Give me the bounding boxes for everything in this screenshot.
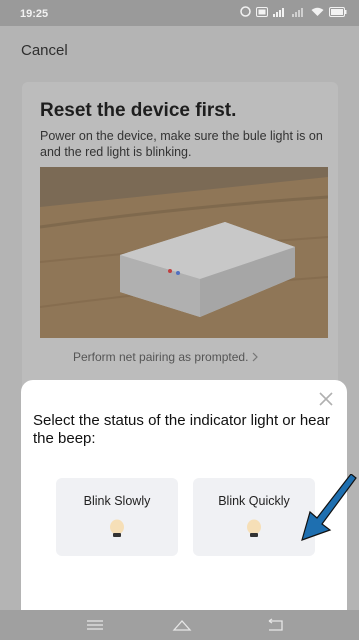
system-nav-bar	[0, 610, 359, 640]
annotation-arrow-icon	[301, 474, 357, 541]
blink-quickly-option[interactable]: Blink Quickly	[193, 478, 315, 556]
reset-title: Reset the device first.	[40, 100, 237, 121]
alarm-icon	[240, 6, 251, 17]
net-pairing-label: Perform net pairing as prompted.	[73, 350, 249, 364]
close-icon[interactable]	[317, 390, 335, 408]
device-photo	[40, 167, 328, 338]
signal-4g-icon	[273, 7, 284, 17]
home-icon[interactable]	[172, 618, 192, 632]
hd-icon	[256, 6, 268, 17]
sheet-title: Select the status of the indicator light…	[33, 412, 330, 447]
wifi-icon	[311, 7, 324, 16]
reset-description: Power on the device, make sure the bule …	[40, 129, 323, 159]
menu-icon[interactable]	[85, 618, 105, 632]
chevron-right-icon	[252, 352, 259, 362]
bulb-icon	[247, 519, 261, 537]
battery-icon	[329, 6, 347, 17]
blink-slowly-option[interactable]: Blink Slowly	[56, 478, 178, 556]
status-icons	[240, 6, 347, 17]
blink-quickly-label: Blink Quickly	[218, 494, 290, 508]
net-pairing-link[interactable]: Perform net pairing as prompted.	[73, 350, 259, 364]
cancel-button[interactable]: Cancel	[21, 42, 68, 59]
signal-icon	[292, 7, 303, 17]
status-bar: 19:25	[0, 0, 359, 26]
back-icon[interactable]	[266, 618, 286, 632]
blink-slowly-label: Blink Slowly	[83, 494, 151, 508]
status-time: 19:25	[20, 8, 49, 20]
bulb-icon	[110, 519, 124, 537]
